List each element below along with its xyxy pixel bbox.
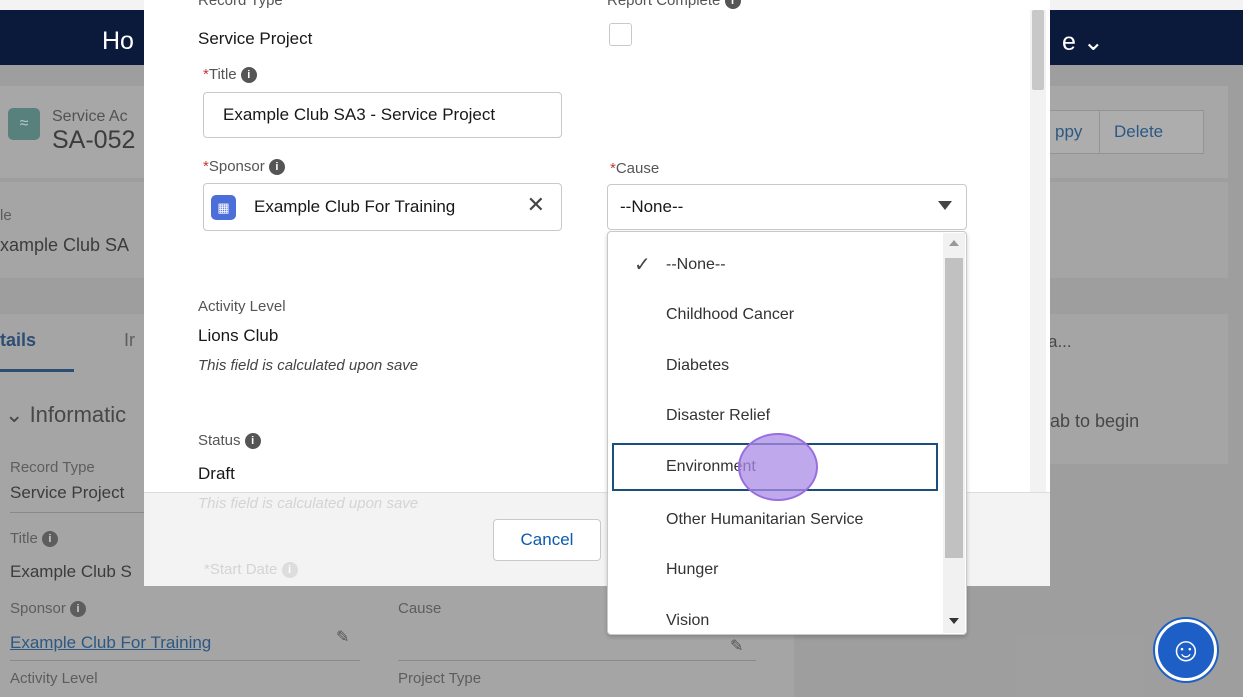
info-icon: i [244,433,261,449]
sponsor-lookup[interactable]: ▦ Example Club For Training ✕ [203,183,562,231]
accessibility-icon[interactable]: ☺ [1155,619,1217,681]
dropdown-option-other-humanitarian-service[interactable]: Other Humanitarian Service [608,496,944,544]
cause-label: *Cause [610,160,660,177]
activity-level-value: Lions Club [198,326,279,345]
nav-menu-label[interactable]: e ⌄ [1062,27,1104,57]
info-icon: i [724,0,741,9]
dropdown-scrollbar-thumb[interactable] [945,258,963,558]
info-icon: i [281,562,298,578]
status-value: Draft [198,464,235,483]
title-label: *Title i [203,66,257,83]
title-input[interactable]: Example Club SA3 - Service Project [203,92,562,138]
click-indicator [738,433,818,501]
cause-select[interactable]: --None-- [607,184,967,230]
dropdown-option-hunger[interactable]: Hunger [608,546,944,594]
info-icon: i [240,67,257,83]
account-icon: ▦ [211,194,236,220]
close-icon[interactable]: ✕ [527,192,545,218]
record-type-value: Service Project [198,29,313,48]
dropdown-option-diabetes[interactable]: Diabetes [608,342,944,390]
chevron-down-icon [938,201,952,210]
record-type-label: Record Type [198,0,283,9]
info-icon: i [268,159,285,175]
status-note: This field is calculated upon save [198,495,419,512]
modal-scrollbar-thumb[interactable] [1032,10,1044,90]
report-complete-label: Report Complete i [607,0,741,9]
cancel-button[interactable]: Cancel [493,519,601,561]
dropdown-option-vision[interactable]: Vision [608,597,944,634]
activity-level-note: This field is calculated upon save [198,357,419,374]
activity-level-label: Activity Level [198,298,286,315]
nav-home-label[interactable]: Ho [102,27,134,56]
start-date-label: *Start Date i [204,561,298,578]
dropdown-option-none[interactable]: ✓ --None-- [608,241,944,289]
scroll-up-arrow-icon[interactable] [949,240,959,246]
title-input-value: Example Club SA3 - Service Project [223,105,496,124]
sponsor-value: Example Club For Training [254,197,456,216]
cause-select-value: --None-- [620,197,684,216]
checkmark-icon: ✓ [634,254,651,276]
report-complete-checkbox[interactable] [609,23,632,46]
scroll-down-arrow-icon[interactable] [949,618,959,624]
status-label: Status i [198,432,261,449]
dropdown-option-childhood-cancer[interactable]: Childhood Cancer [608,291,944,339]
sponsor-label: *Sponsor i [203,158,285,175]
